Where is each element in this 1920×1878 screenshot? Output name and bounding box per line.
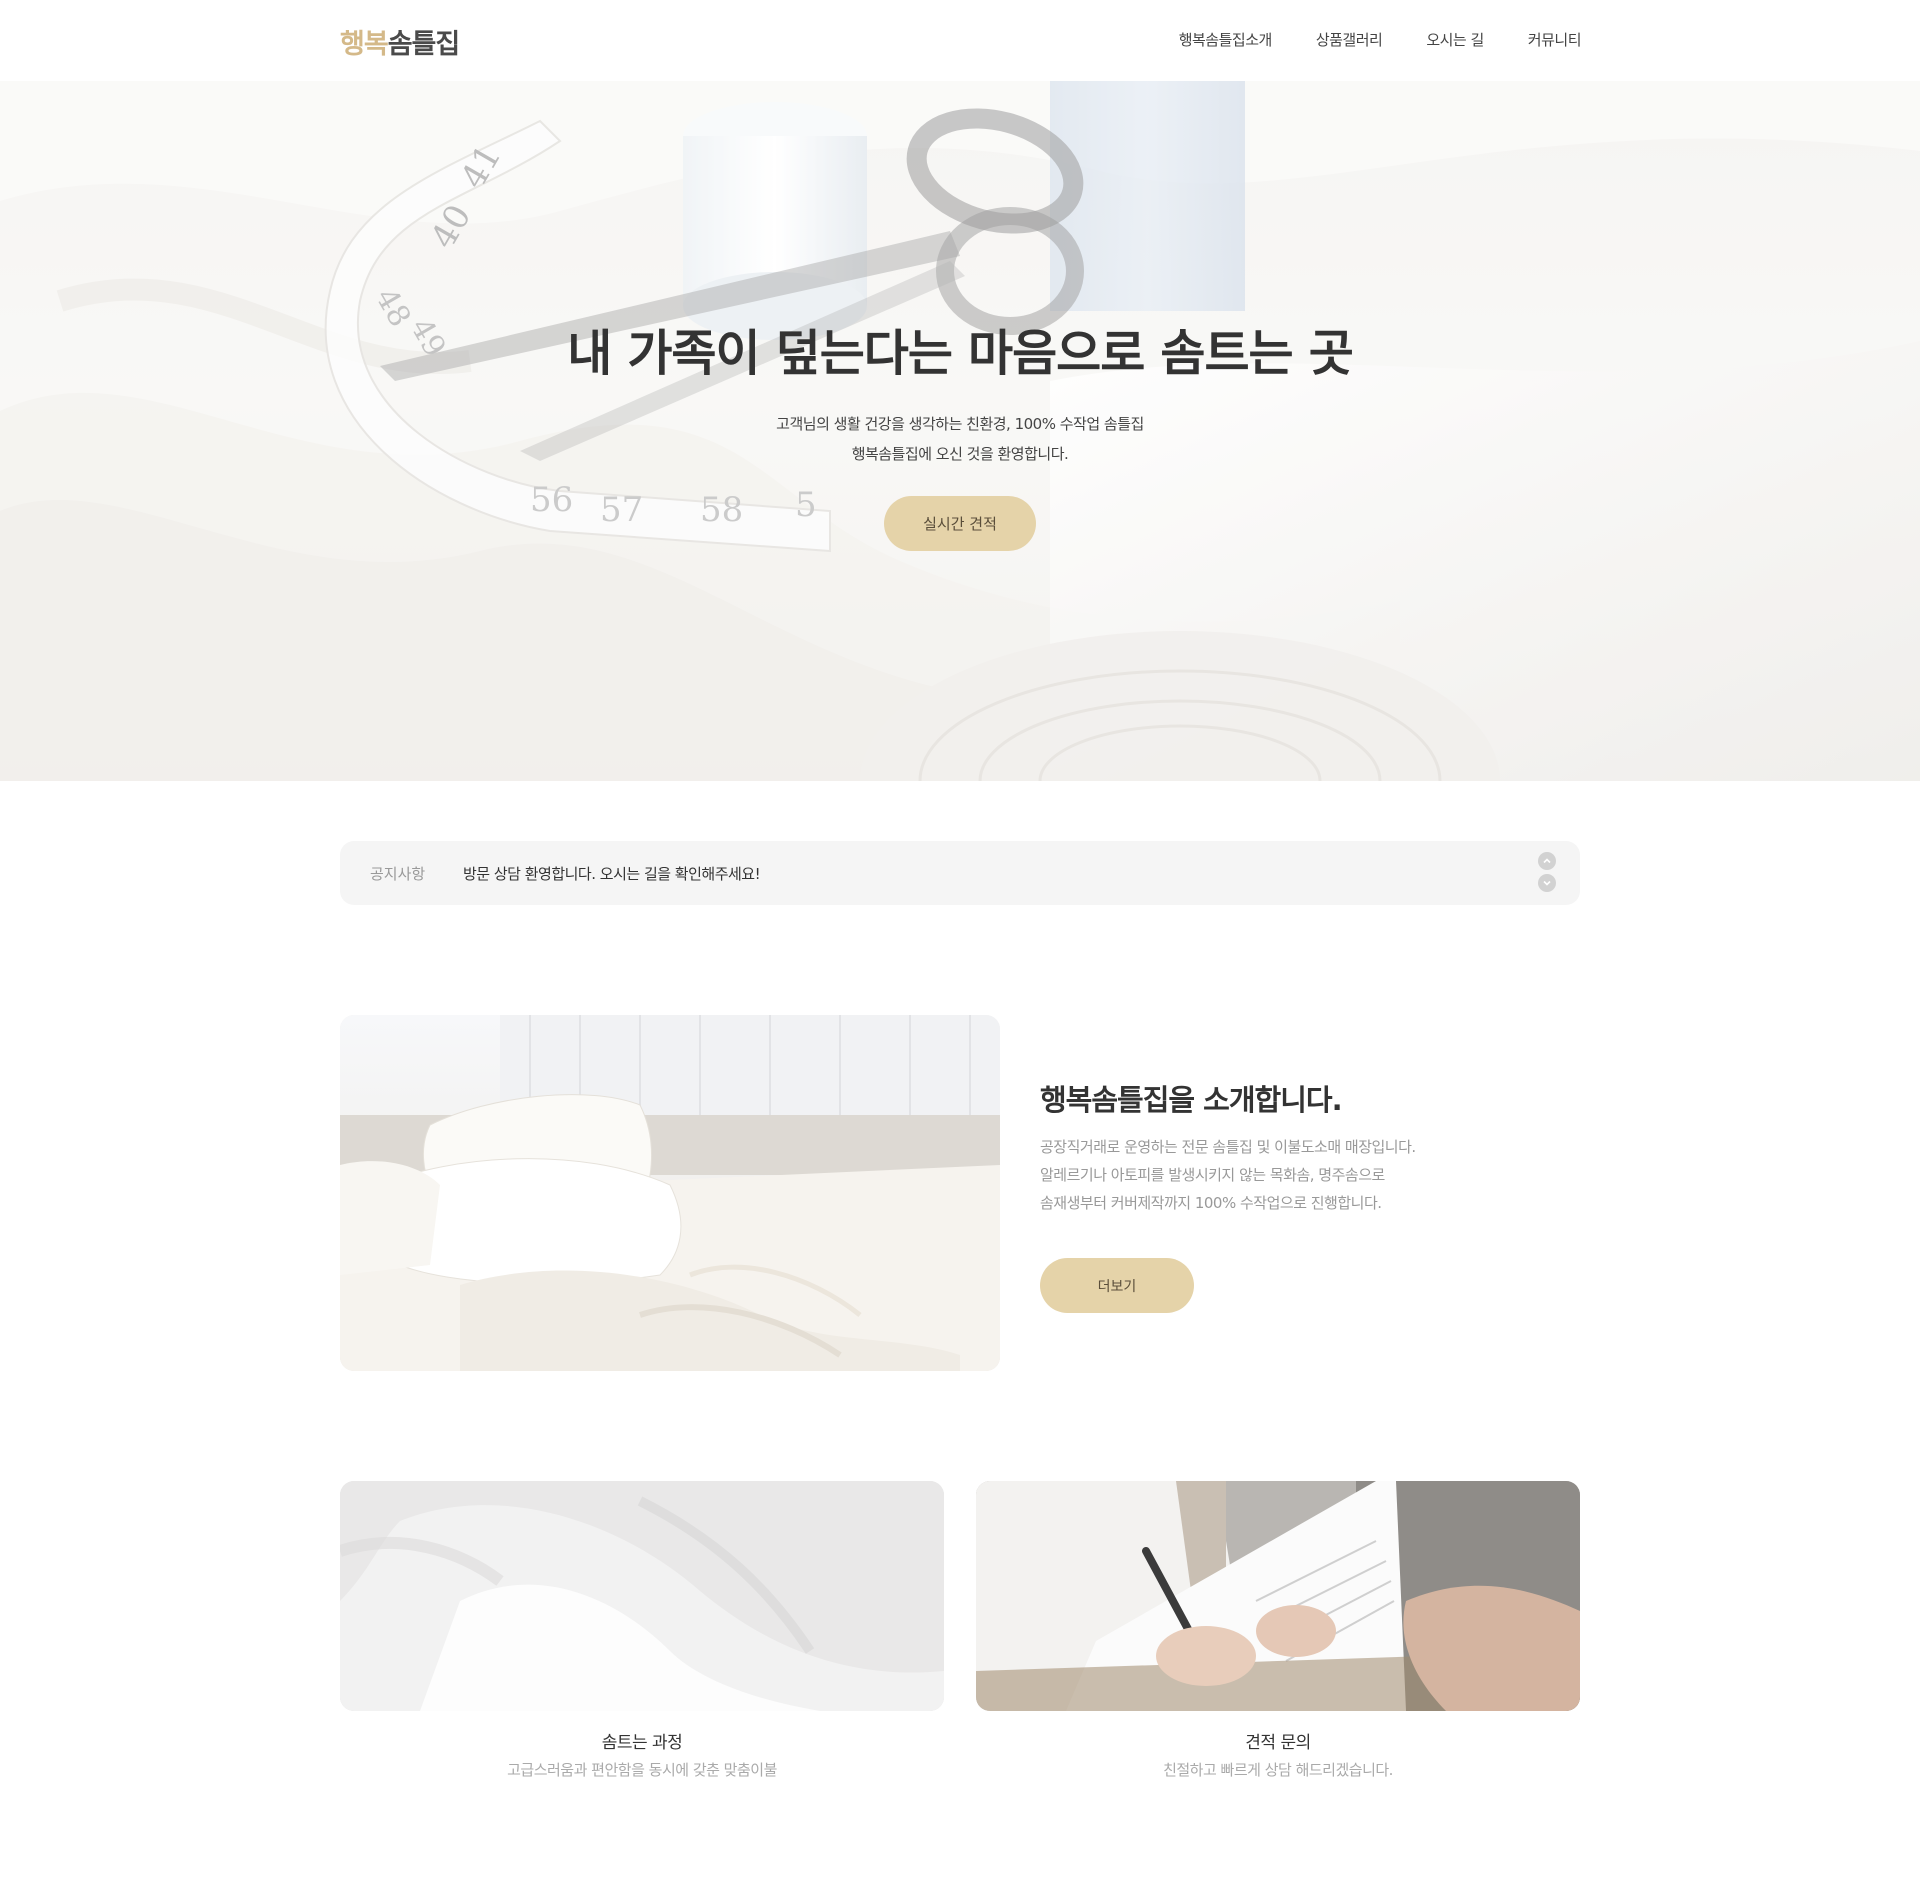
chevron-down-icon[interactable]	[1538, 874, 1556, 892]
notice-bar: 공지사항 방문 상담 환영합니다. 오시는 길을 확인해주세요!	[340, 841, 1580, 905]
site-header: 행복솜틀집 행복솜틀집소개 상품갤러리 오시는 길 커뮤니티	[0, 0, 1920, 81]
realtime-estimate-button[interactable]: 실시간 견적	[884, 496, 1036, 551]
hero-subtitle-line: 행복솜틀집에 오신 것을 환영합니다.	[851, 445, 1069, 463]
intro-desc-line: 알레르기나 아토피를 발생시키지 않는 목화솜, 명주솜으로	[1040, 1166, 1385, 1184]
nav-item-about[interactable]: 행복솜틀집소개	[1179, 29, 1273, 50]
intro-desc-line: 솜재생부터 커버제작까지 100% 수작업으로 진행합니다.	[1040, 1194, 1382, 1212]
logo-accent-text: 행복	[340, 29, 389, 60]
intro-bedding-photo	[340, 1015, 1000, 1371]
notice-arrows	[1538, 852, 1556, 896]
nav-item-directions[interactable]: 오시는 길	[1426, 29, 1484, 50]
notice-text[interactable]: 방문 상담 환영합니다. 오시는 길을 확인해주세요!	[463, 863, 761, 884]
nav-item-community[interactable]: 커뮤니티	[1528, 29, 1582, 50]
main-nav: 행복솜틀집소개 상품갤러리 오시는 길 커뮤니티	[1179, 29, 1582, 50]
process-card[interactable]: 솜트는 과정 고급스러움과 편안함을 동시에 갖춘 맞춤이불	[340, 1481, 944, 1780]
intro-description: 공장직거래로 운영하는 전문 솜틀집 및 이불도소매 매장입니다. 알레르기나 …	[1040, 1133, 1416, 1217]
hero-subtitle-line: 고객님의 생활 건강을 생각하는 친환경, 100% 수작업 솜틀집	[776, 415, 1144, 433]
chevron-up-icon[interactable]	[1538, 852, 1556, 870]
hero-subtitle: 고객님의 생활 건강을 생각하는 친환경, 100% 수작업 솜틀집 행복솜틀집…	[0, 409, 1920, 469]
estimate-card-image[interactable]	[976, 1481, 1580, 1711]
intro-desc-line: 공장직거래로 운영하는 전문 솜틀집 및 이불도소매 매장입니다.	[1040, 1138, 1416, 1156]
estimate-inquiry-card[interactable]: 견적 문의 친절하고 빠르게 상담 해드리겠습니다.	[976, 1481, 1580, 1780]
hero-banner: 41 40 48 49 56 57 58 5 내 가족이 덮는다는 마음으로 솜…	[0, 81, 1920, 781]
card-title: 견적 문의	[1245, 1733, 1311, 1753]
intro-title: 행복솜틀집을 소개합니다.	[1040, 1083, 1343, 1117]
card-subtitle: 고급스러움과 편안함을 동시에 갖춘 맞춤이불	[507, 1761, 777, 1779]
process-card-image[interactable]	[340, 1481, 944, 1711]
card-subtitle: 친절하고 빠르게 상담 해드리겠습니다.	[1163, 1761, 1393, 1779]
site-logo[interactable]: 행복솜틀집	[340, 22, 461, 61]
nav-item-gallery[interactable]: 상품갤러리	[1316, 29, 1383, 50]
more-button[interactable]: 더보기	[1040, 1258, 1194, 1313]
hero-title: 내 가족이 덮는다는 마음으로 솜트는 곳	[567, 325, 1354, 382]
notice-label: 공지사항	[370, 865, 426, 883]
logo-main-text: 솜틀집	[387, 29, 461, 60]
card-title: 솜트는 과정	[601, 1733, 683, 1753]
